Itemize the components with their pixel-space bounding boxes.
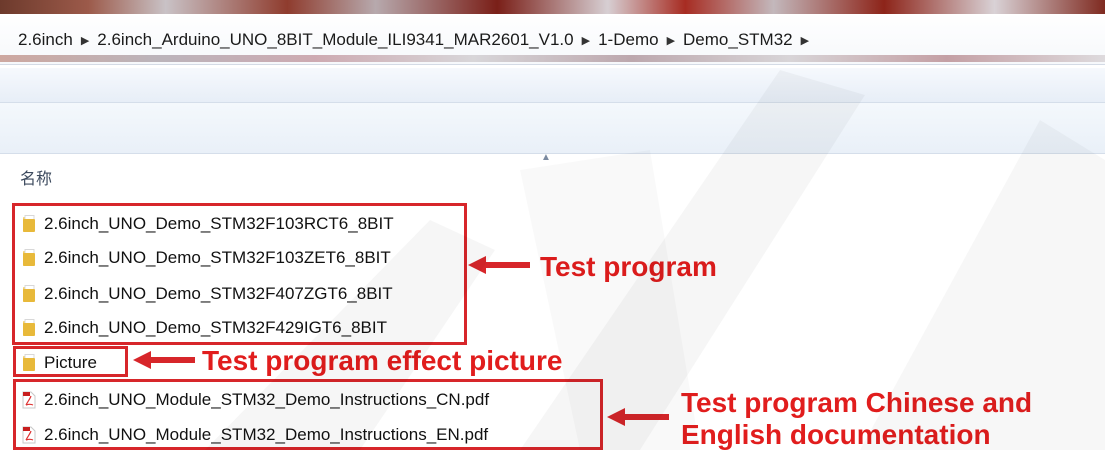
arrow-left-icon [607,408,669,426]
arrow-left-icon [468,256,530,274]
highlight-box-docs [13,379,603,450]
highlight-box-demos [12,203,467,345]
highlight-box-picture [13,346,128,377]
annotation-picture: Test program effect picture [202,345,563,376]
annotation-docs-line1: Test program Chinese and [681,387,1033,418]
annotation-docs-line2: English documentation [681,419,991,450]
arrow-left-icon [133,351,195,369]
annotation-test-program: Test program [540,251,717,282]
